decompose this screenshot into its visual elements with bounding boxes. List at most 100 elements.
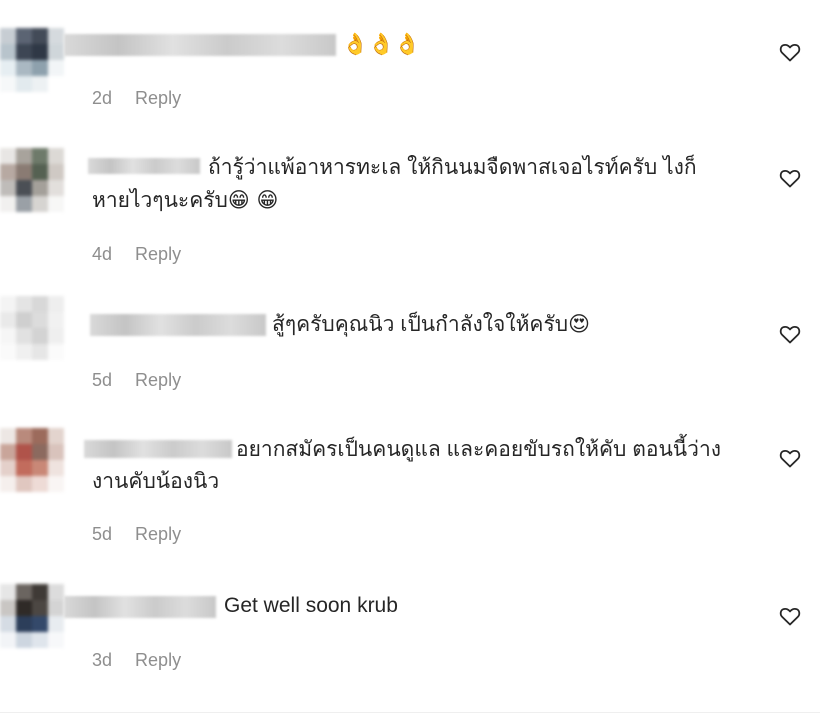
avatar-pixel [16,180,32,196]
comment-text: Get well soon krub [224,594,398,617]
avatar-pixel [48,148,64,164]
avatar-pixel [16,328,32,344]
avatar-pixel [32,616,48,632]
avatar[interactable] [0,296,64,360]
comment-time: 5d [92,524,113,544]
avatar-pixel [48,428,64,444]
avatar[interactable] [0,584,64,648]
avatar-pixel [48,344,64,360]
username-blurred[interactable] [64,34,336,56]
reply-button[interactable]: Reply [135,524,181,544]
avatar-pixel [0,344,16,360]
avatar-pixel [0,180,16,196]
comment-text-line-2-text: หายไวๆนะครับ [92,189,228,212]
avatar-pixel [16,148,32,164]
comment-time: 4d [92,244,113,264]
avatar-pixel [16,28,32,44]
comment-meta: 3d Reply [92,650,181,671]
avatar-pixel [32,328,48,344]
avatar-pixel [32,600,48,616]
avatar-pixel [32,460,48,476]
avatar-pixel [16,296,32,312]
comment-time: 2d [92,88,113,108]
avatar-pixel [16,344,32,360]
avatar[interactable] [0,28,64,92]
like-heart-icon[interactable] [778,40,802,64]
avatar-pixel [0,296,16,312]
avatar-pixel [0,460,16,476]
like-heart-icon[interactable] [778,322,802,346]
reply-button[interactable]: Reply [135,88,181,108]
like-heart-icon[interactable] [778,166,802,190]
avatar-pixel [48,44,64,60]
avatar-pixel [0,28,16,44]
comment-text-line-1: ถ้ารู้ว่าแพ้อาหารทะเล ให้กินนมจืดพาสเจอไ… [208,156,697,179]
comment-time: 3d [92,650,113,670]
avatar-pixel [48,328,64,344]
avatar-pixel [48,60,64,76]
avatar-pixel [0,584,16,600]
avatar-pixel [0,60,16,76]
comment-text-line-1: อยากสมัครเป็นคนดูแล และคอยขับรถให้คับ ตอ… [236,438,721,461]
avatar-pixel [16,428,32,444]
avatar-pixel [16,616,32,632]
comment-text-line-2: งานคับน้องนิว [92,470,220,493]
avatar-pixel [32,180,48,196]
comment-time: 5d [92,370,113,390]
avatar-pixel [32,148,48,164]
avatar-pixel [0,476,16,492]
comment-meta: 2d Reply [92,88,181,109]
avatar-pixel [48,196,64,212]
reply-button[interactable]: Reply [135,650,181,670]
avatar-pixel [32,296,48,312]
comment-meta: 5d Reply [92,370,181,391]
avatar-pixel [32,584,48,600]
reply-button[interactable]: Reply [135,370,181,390]
avatar-pixel [16,600,32,616]
avatar-pixel [48,180,64,196]
avatar-pixel [32,344,48,360]
avatar-pixel [48,164,64,180]
avatar-pixel [0,600,16,616]
avatar-pixel [0,148,16,164]
avatar-pixel [32,428,48,444]
avatar-pixel [16,476,32,492]
comment-meta: 5d Reply [92,524,181,545]
avatar-pixel [16,164,32,180]
avatar-pixel [32,44,48,60]
comment-text: สู้ๆครับคุณนิว เป็นกำลังใจให้ครับ😍 [272,308,590,341]
divider [0,712,820,713]
avatar-pixel [32,312,48,328]
avatar-pixel [16,584,32,600]
avatar-pixel [0,444,16,460]
avatar-pixel [16,312,32,328]
username-blurred[interactable] [90,314,266,336]
username-blurred[interactable] [64,596,216,618]
avatar-pixel [48,632,64,648]
username-blurred[interactable] [88,158,200,174]
comment-text-body: สู้ๆครับคุณนิว เป็นกำลังใจให้ครับ [272,313,569,336]
avatar-pixel [32,164,48,180]
avatar-pixel [16,460,32,476]
avatar-pixel [0,44,16,60]
avatar-pixel [0,164,16,180]
comment-text: 👌👌👌 [342,32,421,56]
avatar-pixel [16,44,32,60]
comment-emoji: 😍 [568,312,590,336]
username-blurred[interactable] [84,440,232,458]
avatar-pixel [48,600,64,616]
avatar-pixel [16,444,32,460]
avatar-pixel [0,428,16,444]
avatar-pixel [16,76,32,92]
avatar-pixel [32,196,48,212]
avatar[interactable] [0,148,64,212]
like-heart-icon[interactable] [778,446,802,470]
like-heart-icon[interactable] [778,604,802,628]
avatar-pixel [0,328,16,344]
avatar-pixel [32,76,48,92]
avatar-pixel [48,616,64,632]
avatar-pixel [16,60,32,76]
avatar[interactable] [0,428,64,492]
reply-button[interactable]: Reply [135,244,181,264]
avatar-pixel [0,312,16,328]
